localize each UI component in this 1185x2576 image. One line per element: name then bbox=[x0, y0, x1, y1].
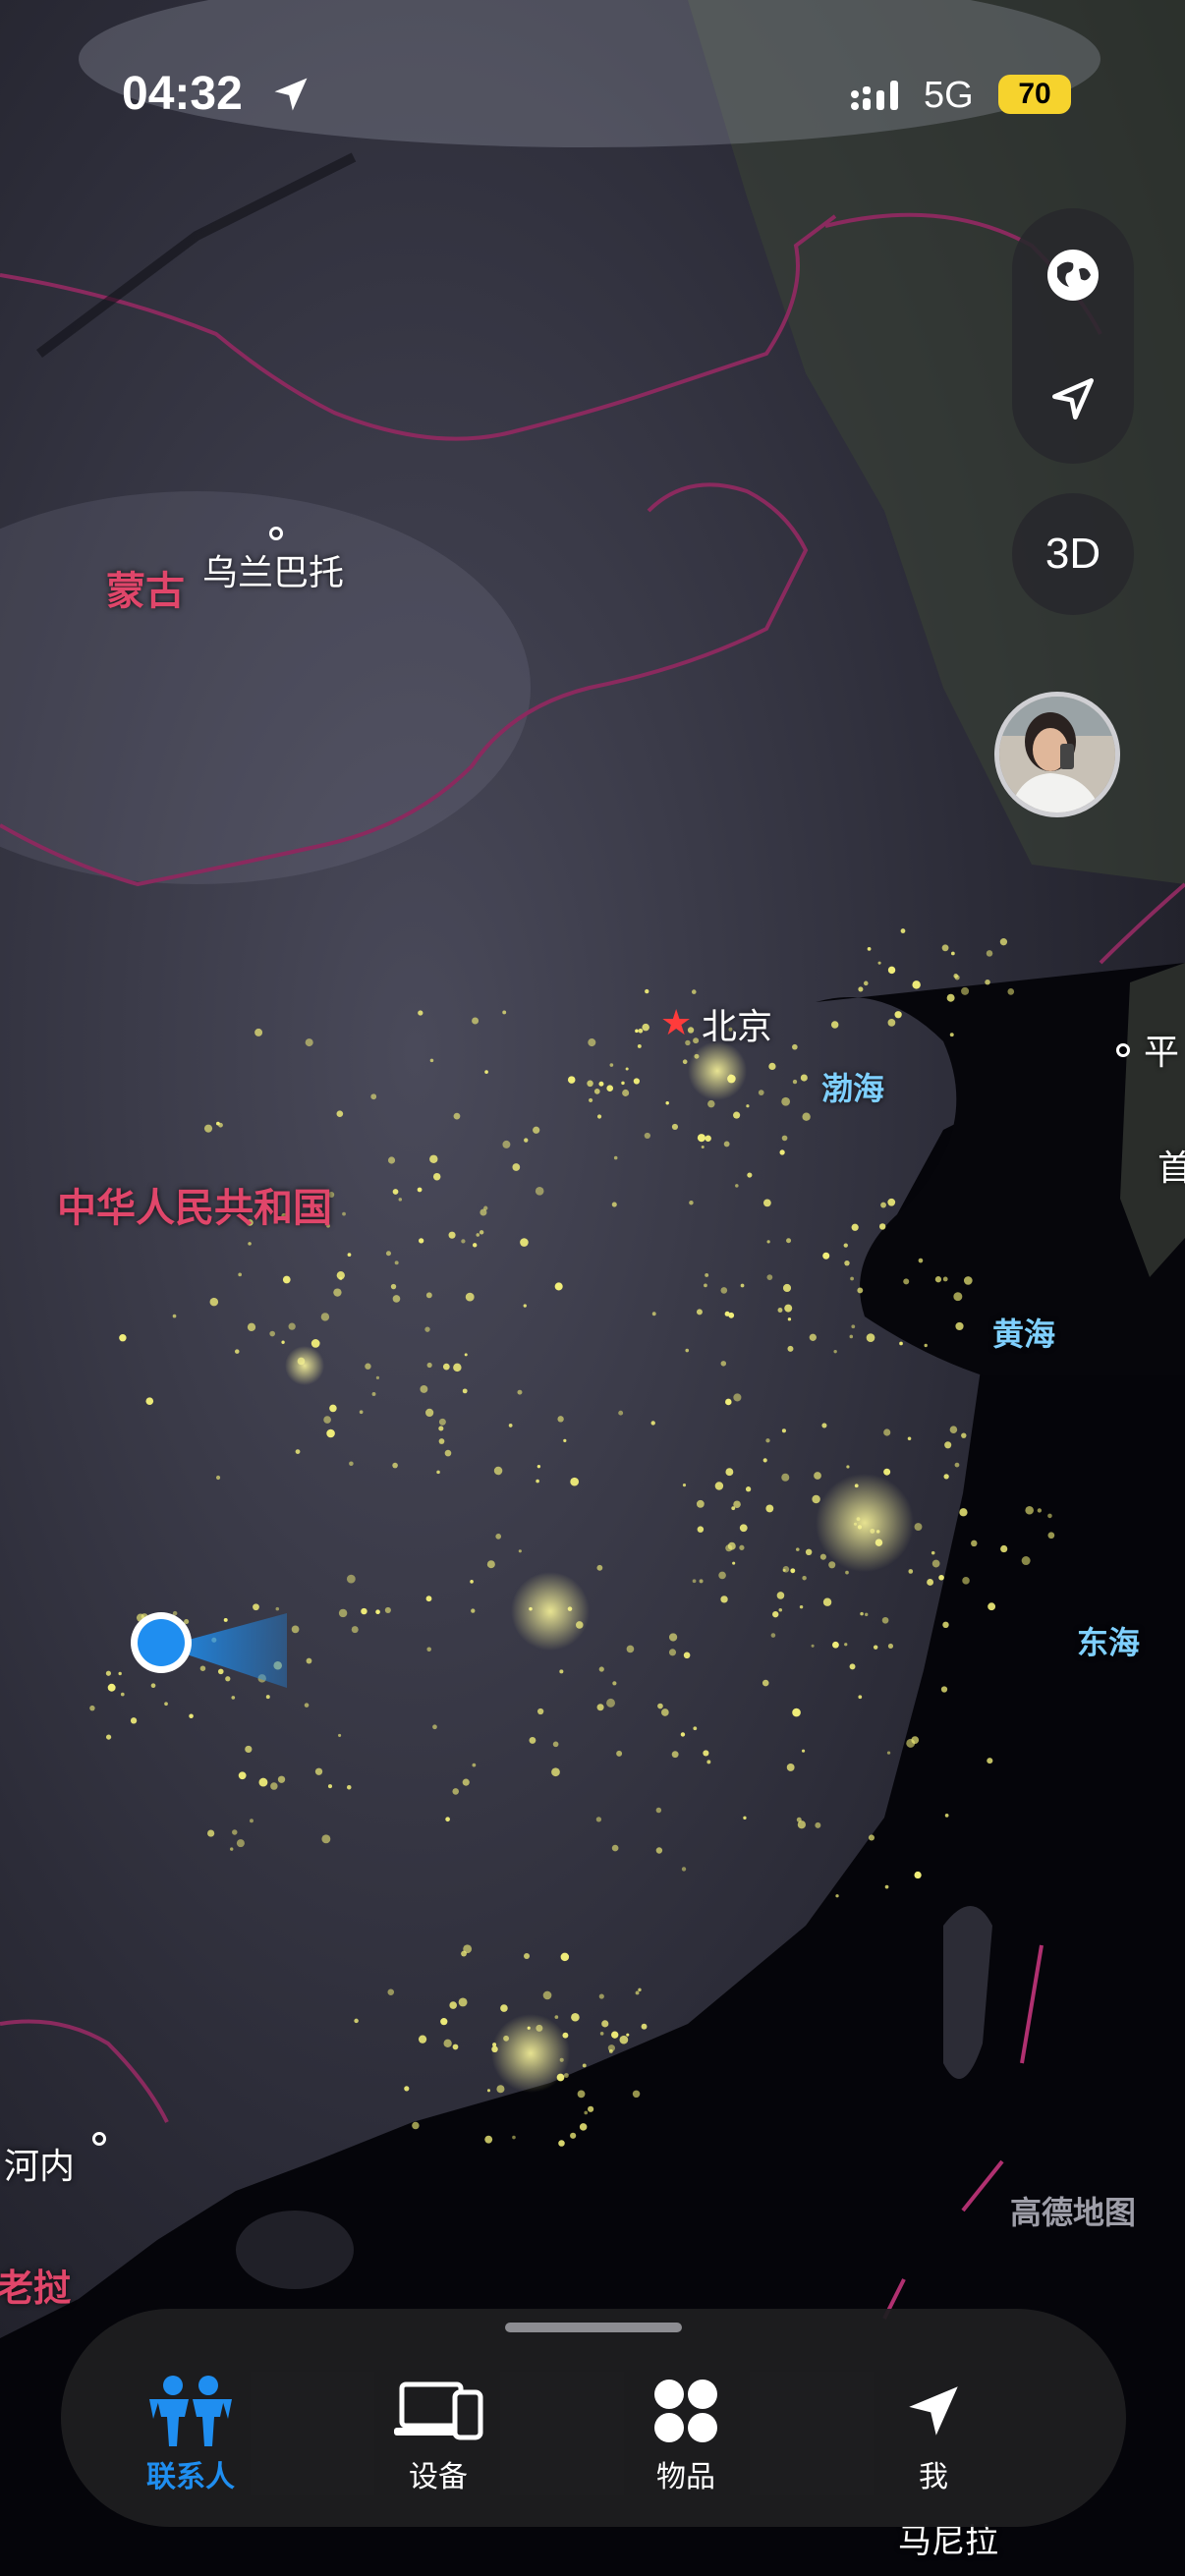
city-label-seoul-partial[interactable]: 首 bbox=[1157, 1151, 1185, 1187]
city-dot-ulaanbaatar bbox=[269, 527, 283, 540]
city-label-beijing[interactable]: 北京 bbox=[702, 1010, 772, 1045]
items-icon bbox=[654, 2380, 717, 2442]
sheet-grabber[interactable] bbox=[505, 2323, 682, 2332]
tab-people[interactable]: 联系人 bbox=[102, 2372, 279, 2495]
country-label-china: 中华人民共和国 bbox=[57, 1186, 332, 1231]
map-provider-watermark: 高德地图 bbox=[1010, 2194, 1137, 2231]
network-type: 5G bbox=[924, 75, 974, 116]
map-controls bbox=[1012, 208, 1134, 464]
tab-me[interactable]: 我 bbox=[845, 2372, 1022, 2495]
map-style-button[interactable] bbox=[1012, 214, 1134, 336]
status-time: 04:32 bbox=[122, 68, 243, 120]
signal-strength-icon bbox=[851, 81, 898, 110]
find-my-screen: 蒙古 乌兰巴托 ★ 北京 渤海 平 首 中华人民共和国 黄海 东海 河内 老挝 … bbox=[0, 0, 1185, 2576]
city-label-hanoi[interactable]: 河内 bbox=[4, 2150, 75, 2185]
capital-star-icon: ★ bbox=[660, 1003, 693, 1043]
location-arrow-outline-icon bbox=[1052, 378, 1094, 420]
sea-label-yellow-sea: 黄海 bbox=[992, 1316, 1056, 1353]
city-label-manila-partial: 马尼拉 bbox=[898, 2522, 998, 2561]
tab-devices-label: 设备 bbox=[409, 2460, 468, 2494]
tab-bar: 联系人 设备 物品 我 bbox=[61, 2309, 1126, 2527]
city-label-ulaanbaatar[interactable]: 乌兰巴托 bbox=[202, 556, 344, 591]
person-photo-icon bbox=[999, 697, 1115, 812]
map-canvas[interactable] bbox=[0, 0, 1185, 2576]
battery-indicator: 70 bbox=[998, 75, 1071, 114]
globe-icon bbox=[1047, 250, 1099, 301]
tab-devices[interactable]: 设备 bbox=[350, 2372, 527, 2495]
country-label-mongolia: 蒙古 bbox=[106, 569, 185, 614]
tab-me-label: 我 bbox=[919, 2460, 948, 2494]
people-icon bbox=[149, 2376, 232, 2446]
tab-items[interactable]: 物品 bbox=[597, 2372, 774, 2495]
country-label-laos: 老挝 bbox=[0, 2267, 72, 2310]
devices-icon bbox=[394, 2381, 483, 2440]
sea-label-east-sea: 东海 bbox=[1077, 1624, 1141, 1661]
location-arrow-icon bbox=[909, 2386, 958, 2436]
tab-people-label: 联系人 bbox=[146, 2460, 235, 2494]
status-bar: 04:32 5G 70 bbox=[0, 0, 1185, 196]
city-dot-hanoi bbox=[92, 2132, 106, 2146]
tab-items-label: 物品 bbox=[656, 2460, 715, 2494]
city-label-pyongyang-partial[interactable]: 平 bbox=[1144, 1036, 1179, 1071]
friend-avatar[interactable] bbox=[994, 692, 1120, 817]
sea-label-bohai: 渤海 bbox=[821, 1070, 885, 1107]
location-services-icon bbox=[274, 78, 308, 111]
city-dot-pyongyang bbox=[1116, 1043, 1130, 1057]
recenter-location-button[interactable] bbox=[1012, 338, 1134, 460]
3d-toggle-button[interactable]: 3D bbox=[1012, 493, 1134, 615]
